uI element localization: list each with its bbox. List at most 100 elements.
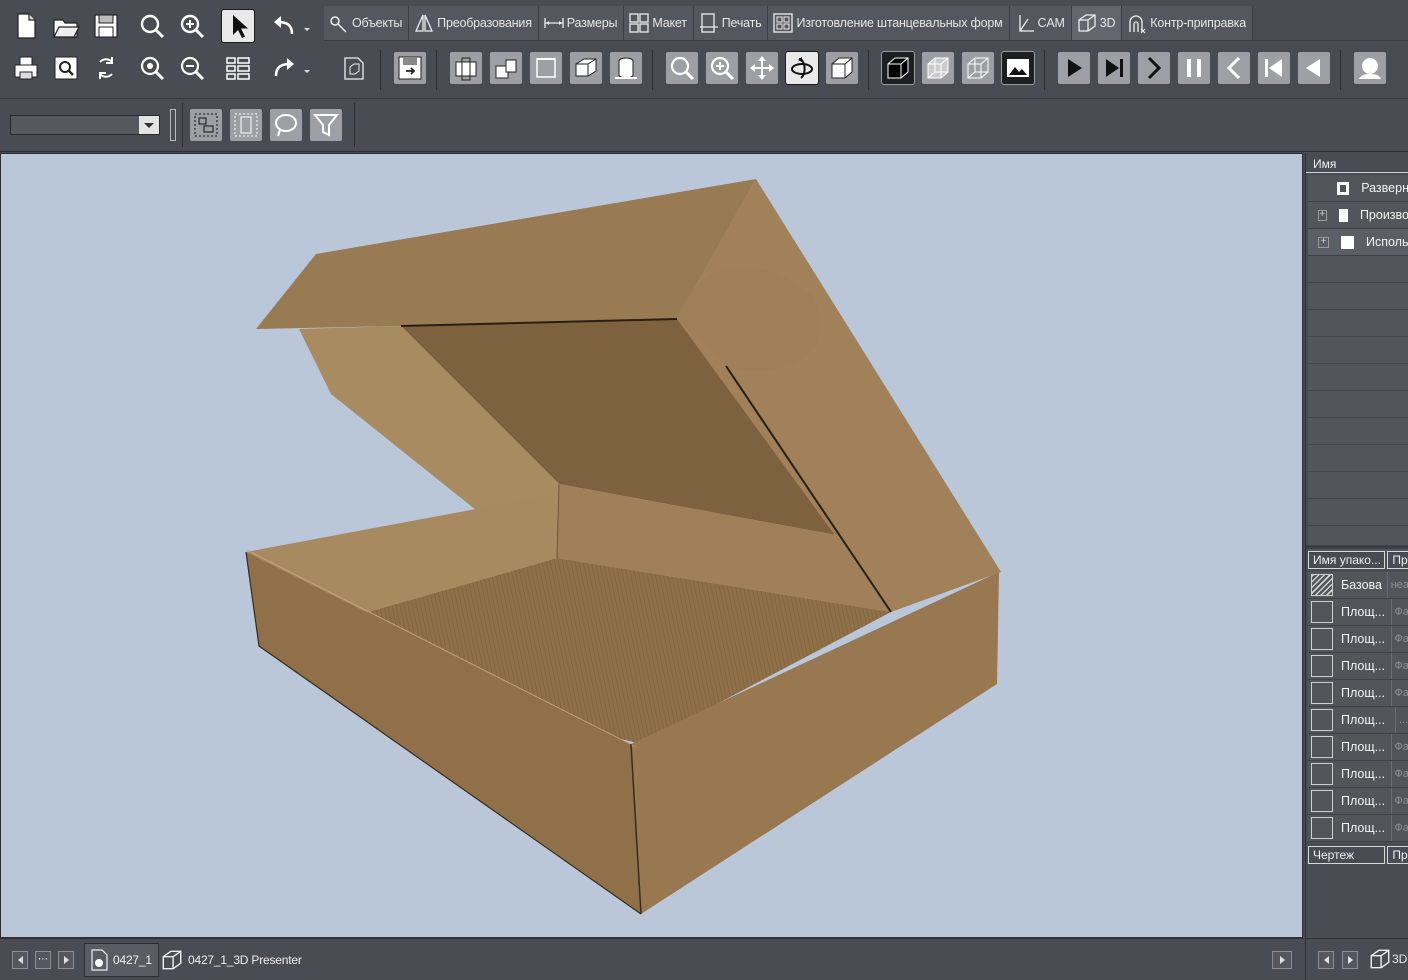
reverse-play-button[interactable]: [1298, 52, 1330, 84]
select-inside-button[interactable]: [230, 109, 262, 141]
print-preview-button[interactable]: [50, 52, 82, 84]
doc-scroll-left-button[interactable]: [12, 951, 28, 969]
play-button[interactable]: [1058, 52, 1090, 84]
tab-scroll-right-button[interactable]: [1342, 951, 1358, 969]
play-icon: [1068, 59, 1082, 77]
tab-transformations[interactable]: Преобразования: [409, 6, 539, 40]
step-forward-button[interactable]: [1138, 52, 1170, 84]
viewport-scroll-right-button[interactable]: [1272, 951, 1292, 969]
tab-objects[interactable]: Объекты: [324, 6, 410, 40]
cursor-arrow-icon: [233, 15, 248, 38]
3d-zoom-in-button[interactable]: [706, 52, 738, 84]
pan-button[interactable]: [746, 52, 778, 84]
tab-counter[interactable]: Контр-приправка: [1122, 6, 1253, 40]
zoom-fit-button[interactable]: [136, 52, 168, 84]
packaging-name-header[interactable]: Имя упако...: [1308, 551, 1386, 569]
redo-button[interactable]: [268, 52, 300, 84]
drawing-name-header[interactable]: Чертеж: [1308, 846, 1386, 864]
tab-cam[interactable]: CAM: [1009, 6, 1072, 40]
view-preset-button[interactable]: [826, 52, 858, 84]
packaging-row[interactable]: Базова... неа: [1308, 572, 1408, 599]
empty-swatch-icon: [1311, 790, 1333, 812]
packaging-row[interactable]: Площ... Фа: [1308, 761, 1408, 788]
drawing-desc-header[interactable]: Пр: [1387, 846, 1408, 864]
transparent-cube-icon: [927, 57, 949, 79]
tree-row-production[interactable]: + Произво: [1308, 202, 1408, 229]
packaging-row[interactable]: Площ... Фа: [1308, 680, 1408, 707]
new-file-button[interactable]: [10, 10, 42, 42]
undo-button[interactable]: [268, 10, 300, 42]
3d-box-model[interactable]: [1, 154, 1303, 938]
list-view-button[interactable]: [222, 52, 254, 84]
tab-scroll-left-button[interactable]: [1318, 951, 1334, 969]
background-image-button[interactable]: [1001, 51, 1035, 85]
3d-object-button[interactable]: [338, 52, 370, 84]
doc-tab-label: 0427_1_3D Presenter: [188, 953, 302, 967]
tab-3d[interactable]: 3D: [1071, 6, 1123, 40]
unfold-button[interactable]: [490, 52, 522, 84]
select-tool-button[interactable]: [221, 9, 255, 43]
user-presenter-button[interactable]: [1354, 52, 1386, 84]
select-group-button[interactable]: [190, 109, 222, 141]
cylinder-icon: [615, 57, 637, 79]
packaging-row[interactable]: Площ... Фа: [1308, 788, 1408, 815]
tab-layout[interactable]: Макет: [624, 6, 694, 40]
doc-list-button[interactable]: ⋯: [35, 951, 51, 969]
export-button[interactable]: [394, 52, 426, 84]
zoom-out-button[interactable]: [176, 52, 208, 84]
wireframe-view-button[interactable]: [962, 52, 994, 84]
chevron-down-icon[interactable]: [139, 116, 159, 134]
right-properties-panel: Имя Разверн + Произво + Исполь Имя упако…: [1305, 153, 1408, 980]
transparent-view-button[interactable]: [922, 52, 954, 84]
step-back-button[interactable]: [1218, 52, 1250, 84]
expand-icon[interactable]: +: [1318, 209, 1327, 221]
arrow-right-icon: [63, 956, 69, 964]
packaging-row[interactable]: Площ... Фа: [1308, 815, 1408, 842]
open-file-button[interactable]: [50, 10, 82, 42]
redo-dropdown[interactable]: [300, 52, 314, 84]
packaging-desc-header[interactable]: Пр: [1387, 551, 1408, 569]
doc-scroll-right-button[interactable]: [58, 951, 74, 969]
expand-icon[interactable]: +: [1318, 236, 1329, 248]
zoom-in-button[interactable]: [176, 10, 208, 42]
doc-tab-drawing[interactable]: 0427_1: [84, 943, 159, 977]
right-panel-3d-tab[interactable]: 3D: [1368, 947, 1407, 971]
panel-splitter[interactable]: [1306, 545, 1408, 549]
zoom-button[interactable]: [136, 10, 168, 42]
name-column-header[interactable]: Имя: [1306, 155, 1408, 173]
tab-print[interactable]: Печать: [693, 6, 769, 40]
rewind-to-start-button[interactable]: [1258, 52, 1290, 84]
packaging-row[interactable]: Площ... ...: [1308, 707, 1408, 734]
shaded-view-button[interactable]: [881, 51, 915, 85]
3d-zoom-button[interactable]: [666, 52, 698, 84]
pause-button[interactable]: [1178, 52, 1210, 84]
packaging-row[interactable]: Площ... Фа: [1308, 653, 1408, 680]
tree-row-used[interactable]: + Исполь: [1308, 229, 1408, 256]
packaging-row-desc: Фа: [1390, 599, 1408, 625]
material-button[interactable]: [570, 52, 602, 84]
lasso-button[interactable]: [270, 109, 302, 141]
measure-button[interactable]: [530, 52, 562, 84]
tab-dimensions[interactable]: Размеры: [538, 6, 625, 40]
cylinder-button[interactable]: [610, 52, 642, 84]
layer-select[interactable]: [10, 115, 160, 135]
packaging-row-desc: Фа: [1390, 788, 1408, 814]
3d-viewport[interactable]: [0, 153, 1303, 938]
tab-die-making[interactable]: Изготовление штанцевальных форм: [768, 6, 1010, 40]
print-button[interactable]: [10, 52, 42, 84]
packaging-row[interactable]: Площ... Фа: [1308, 626, 1408, 653]
save-button[interactable]: [90, 10, 122, 42]
undo-dropdown[interactable]: [300, 10, 314, 42]
filter-button[interactable]: [310, 109, 342, 141]
packaging-row-name: Площ...: [1341, 686, 1386, 700]
doc-tab-3d-presenter[interactable]: 0427_1_3D Presenter: [156, 943, 308, 977]
tree-row-unfolded[interactable]: Разверн: [1308, 175, 1408, 202]
fold-button[interactable]: [450, 52, 482, 84]
packaging-row[interactable]: Площ... Фа: [1308, 599, 1408, 626]
refresh-button[interactable]: [90, 52, 122, 84]
packaging-row[interactable]: Площ... Фа: [1308, 734, 1408, 761]
empty-row: [1308, 445, 1408, 472]
rotate-button[interactable]: [785, 51, 819, 85]
play-to-end-button[interactable]: [1098, 52, 1130, 84]
empty-swatch-icon: [1311, 628, 1333, 650]
